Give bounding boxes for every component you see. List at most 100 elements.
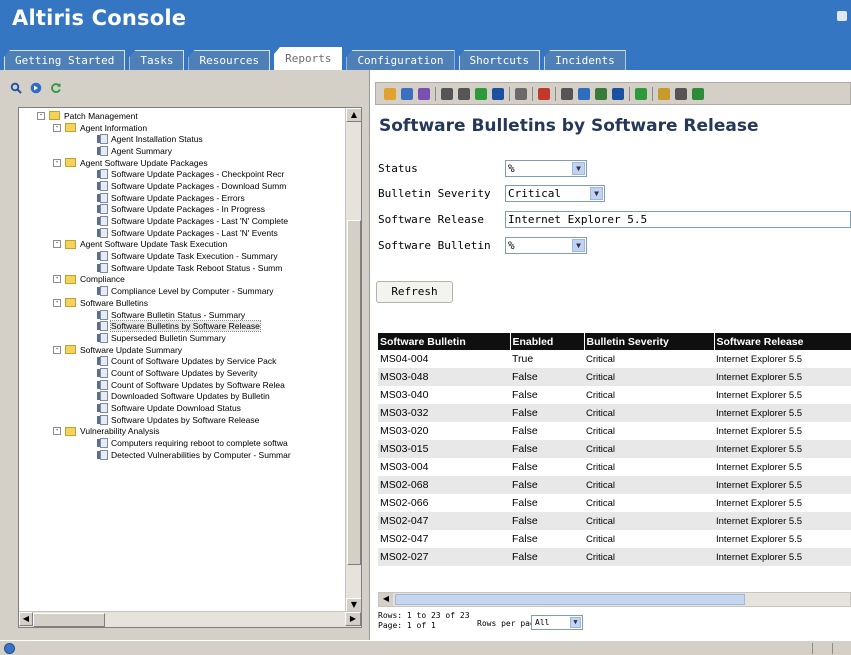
tree-report-item[interactable]: Software Update Packages - Last 'N' Even… (19, 227, 345, 239)
tree-report-item[interactable]: Software Updates by Software Release (19, 414, 345, 426)
vertical-scroll-thumb[interactable] (347, 220, 361, 565)
collapse-icon[interactable]: - (37, 111, 45, 120)
tree-report-item[interactable]: Software Bulletin Status - Summary (19, 309, 345, 321)
tree-folder[interactable]: - Agent Information (19, 122, 345, 134)
tree-folder[interactable]: - Vulnerability Analysis (19, 426, 345, 438)
horizontal-scroll-thumb[interactable] (395, 594, 745, 605)
code-icon[interactable] (441, 87, 453, 100)
status-select[interactable]: % ▼ (505, 160, 587, 177)
tree-report-item[interactable]: Software Update Packages - Checkpoint Re… (19, 168, 345, 180)
tree-folder[interactable]: - Agent Software Update Packages (19, 157, 345, 169)
tree-folder[interactable]: - Patch Management (19, 110, 345, 122)
zoom-icon[interactable] (578, 87, 590, 100)
tab-resources[interactable]: Resources (188, 50, 271, 70)
table-horizontal-scrollbar[interactable]: ◀ (378, 592, 851, 607)
collapse-icon[interactable]: - (53, 275, 61, 284)
table-row[interactable]: MS02-047 False Critical Internet Explorer 5… (378, 512, 851, 530)
tree-report-item[interactable]: Software Update Task Execution - Summary (19, 250, 345, 262)
tree-report-item[interactable]: Downloaded Software Updates by Bulletin (19, 391, 345, 403)
scroll-right-button[interactable]: ▶ (345, 612, 361, 626)
scroll-down-button[interactable]: ▼ (346, 598, 361, 612)
chevron-down-icon[interactable]: ▼ (590, 187, 603, 200)
collapse-icon[interactable]: - (53, 158, 61, 167)
column-header[interactable]: Software Release (714, 333, 851, 350)
tree-report-item[interactable]: Software Bulletins by Software Release (19, 320, 345, 333)
table-row[interactable]: MS03-020 False Critical Internet Explorer 5… (378, 422, 851, 440)
collapse-icon[interactable]: - (53, 427, 61, 436)
refresh-button[interactable]: Refresh (376, 281, 453, 303)
table-row[interactable]: MS04-004 True Critical Internet Explorer 5.… (378, 350, 851, 368)
collapse-icon[interactable]: - (53, 298, 61, 307)
save-icon[interactable] (475, 87, 487, 100)
table-row[interactable]: MS02-027 False Critical Internet Explorer 5… (378, 548, 851, 566)
table-row[interactable]: MS03-015 False Critical Internet Explorer 5… (378, 440, 851, 458)
scroll-left-button[interactable]: ◀ (379, 593, 393, 606)
column-header[interactable]: Software Bulletin (378, 333, 511, 350)
tree-report-item[interactable]: Software Update Download Status (19, 402, 345, 414)
tree-report-item[interactable]: Software Update Packages - Errors (19, 192, 345, 204)
refresh-icon[interactable] (595, 87, 607, 100)
rows-per-page-select[interactable]: All ▼ (531, 615, 583, 630)
wizard-icon[interactable] (384, 87, 396, 100)
tree-folder[interactable]: - Software Bulletins (19, 297, 345, 309)
mail-icon[interactable] (612, 87, 624, 100)
table-row[interactable]: MS02-066 False Critical Internet Explorer 5… (378, 494, 851, 512)
scroll-up-button[interactable]: ▲ (346, 108, 361, 122)
window-icon[interactable] (837, 11, 847, 21)
move-icon[interactable] (458, 87, 470, 100)
tree-report-item[interactable]: Software Update Packages - Last 'N' Comp… (19, 215, 345, 227)
schedule-icon[interactable] (635, 87, 647, 100)
search-icon[interactable] (10, 82, 22, 94)
table-row[interactable]: MS02-068 False Critical Internet Explorer 5… (378, 476, 851, 494)
tree-vertical-scrollbar[interactable]: ▲ ▼ (345, 108, 361, 612)
horizontal-scroll-thumb[interactable] (33, 613, 105, 627)
tree-report-item[interactable]: Compliance Level by Computer - Summary (19, 285, 345, 297)
tree-folder[interactable]: - Compliance (19, 274, 345, 286)
tree-report-item[interactable]: Count of Software Updates by Service Pac… (19, 355, 345, 367)
tree-report-item[interactable]: Detected Vulnerabilities by Computer - S… (19, 449, 345, 461)
bulletin-severity-select[interactable]: Critical ▼ (505, 185, 605, 202)
find-icon[interactable] (561, 87, 573, 100)
collapse-icon[interactable]: - (53, 240, 61, 249)
play-icon[interactable] (658, 87, 670, 100)
column-header[interactable]: Bulletin Severity (584, 333, 715, 350)
tree-report-item[interactable]: Agent Summary (19, 145, 345, 157)
software-bulletin-select[interactable]: % ▼ (505, 237, 587, 254)
tree-report-item[interactable]: Agent Installation Status (19, 133, 345, 145)
refresh-icon[interactable] (50, 82, 62, 94)
help-icon[interactable] (515, 87, 527, 100)
software-release-input[interactable]: Internet Explorer 5.5 (505, 211, 851, 228)
more-icon[interactable] (692, 87, 704, 100)
table-row[interactable]: MS02-047 False Critical Internet Explorer 5… (378, 530, 851, 548)
export-icon[interactable] (675, 87, 687, 100)
tab-tasks[interactable]: Tasks (129, 50, 185, 70)
tree-folder[interactable]: - Agent Software Update Task Execution (19, 239, 345, 251)
print-icon[interactable] (492, 87, 504, 100)
tree-folder[interactable]: - Software Update Summary (19, 344, 345, 356)
column-header[interactable]: Enabled (510, 333, 585, 350)
table-icon[interactable] (538, 87, 550, 100)
tree-report-item[interactable]: Count of Software Updates by Software Re… (19, 379, 345, 391)
table-row[interactable]: MS03-032 False Critical Internet Explorer 5… (378, 404, 851, 422)
tree-report-item[interactable]: Software Update Task Reboot Status - Sum… (19, 262, 345, 274)
table-row[interactable]: MS03-004 False Critical Internet Explorer 5… (378, 458, 851, 476)
tab-reports[interactable]: Reports (274, 47, 343, 70)
scroll-left-button[interactable]: ◀ (19, 612, 33, 626)
tab-getting-started[interactable]: Getting Started (4, 50, 126, 70)
collapse-icon[interactable]: - (53, 123, 61, 132)
chevron-down-icon[interactable]: ▼ (572, 162, 585, 175)
table-row[interactable]: MS03-040 False Critical Internet Explorer 5… (378, 386, 851, 404)
tree-report-item[interactable]: Software Update Packages - Download Summ (19, 180, 345, 192)
tree-report-item[interactable]: Count of Software Updates by Severity (19, 367, 345, 379)
table-row[interactable]: MS03-048 False Critical Internet Explorer 5… (378, 368, 851, 386)
tree-horizontal-scrollbar[interactable]: ◀ ▶ (19, 611, 361, 627)
edit-icon[interactable] (418, 87, 430, 100)
chevron-down-icon[interactable]: ▼ (570, 617, 581, 628)
tab-configuration[interactable]: Configuration (346, 50, 455, 70)
tree-report-item[interactable]: Software Update Packages - In Progress (19, 204, 345, 216)
tab-shortcuts[interactable]: Shortcuts (458, 50, 541, 70)
tree-report-item[interactable]: Computers requiring reboot to complete s… (19, 437, 345, 449)
chart-icon[interactable] (401, 87, 413, 100)
tab-incidents[interactable]: Incidents (544, 50, 626, 70)
collapse-icon[interactable]: - (53, 345, 61, 354)
